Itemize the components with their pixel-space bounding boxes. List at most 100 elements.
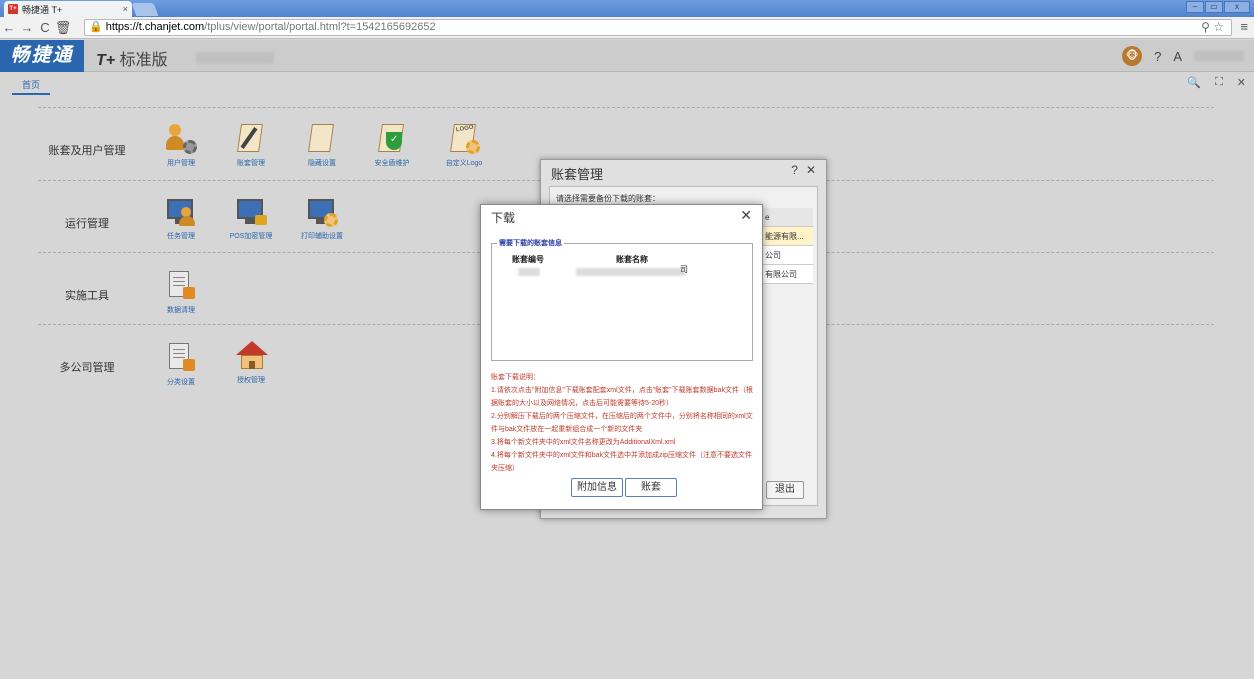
dialog-tools: ? ✕	[791, 163, 816, 177]
module-item-print-assist[interactable]: 打印辅助设置	[292, 195, 352, 241]
account-name-suffix: 司	[680, 265, 688, 274]
blurred-company-name	[196, 52, 274, 64]
dialog-title: 账套管理	[551, 167, 604, 182]
module-title: 账套及用户管理	[48, 145, 126, 157]
app-header: 畅捷通 T+ 标准版 🐵 ? A	[0, 40, 1254, 72]
monitor-gear-icon	[306, 195, 338, 227]
instruction-line: 3.将每个新文件夹中的xml文件名称更改为AdditionalXml.xml	[491, 439, 676, 446]
help-icon[interactable]: ?	[791, 163, 798, 177]
close-icon[interactable]: ✕	[1237, 76, 1246, 89]
browser-tab-bar: T+ 畅捷通 T+ × – ▭ x	[0, 0, 1254, 17]
maximize-button[interactable]: ▭	[1205, 1, 1223, 13]
tab-close-icon[interactable]: ×	[123, 4, 128, 14]
module-item-security-shield[interactable]: ✓ 安全盾维护	[362, 122, 422, 168]
window-close-button[interactable]: x	[1224, 1, 1250, 13]
module-item-pos-encryption[interactable]: POS加密管理	[221, 195, 281, 241]
tab-home[interactable]: 首页	[12, 78, 51, 95]
fullscreen-icon[interactable]: ⛶	[1215, 76, 1223, 89]
module-item-label: 授权管理	[237, 377, 265, 384]
lock-icon: 🔒	[89, 21, 103, 33]
close-icon[interactable]: ✕	[806, 163, 816, 177]
reload-icon[interactable]: C	[36, 20, 54, 35]
module-item-license-manage[interactable]: 授权管理	[221, 339, 281, 385]
column-header-name: 账套名称	[616, 255, 648, 264]
browser-tab[interactable]: T+ 畅捷通 T+ ×	[4, 1, 132, 17]
module-item-category-settings[interactable]: 分类设置	[151, 341, 211, 387]
download-dialog: 下载 ✕ 需要下载的账套信息 账套编号 账套名称 司 账套下载说明： 1.请依次…	[480, 204, 763, 510]
document-icon	[165, 269, 197, 301]
module-item-label: 账套管理	[237, 160, 265, 167]
additional-info-button[interactable]: 附加信息	[571, 478, 623, 497]
house-icon	[235, 339, 268, 371]
module-item-label: 分类设置	[167, 379, 195, 386]
address-bar: ← → C 🗑 🔒 https://t.chanjet.com/tplus/vie…	[0, 17, 1254, 39]
module-item-label: 隐藏设置	[308, 160, 336, 167]
instruction-line: 1.请依次点击"附加信息"下载账套配套xml文件，点击"账套"下载账套数据bak…	[491, 387, 753, 407]
table-header: e	[761, 208, 813, 227]
monitor-lock-icon	[235, 195, 267, 227]
back-icon[interactable]: ←	[0, 20, 18, 35]
page-tools: 🔍 ⛶ ✕	[1187, 76, 1246, 89]
search-icon[interactable]: 🔍	[1187, 76, 1201, 89]
url-input[interactable]: 🔒 https://t.chanjet.com/tplus/view/portal…	[84, 19, 1232, 36]
module-item-label: POS加密管理	[229, 233, 273, 240]
document-icon	[165, 341, 197, 373]
download-instructions: 账套下载说明： 1.请依次点击"附加信息"下载账套配套xml文件，点击"账套"下…	[491, 371, 755, 475]
module-item-label: 自定义Logo	[445, 160, 483, 167]
tab-title: 畅捷通 T+	[22, 4, 63, 15]
module-item-account-manage[interactable]: 账套管理	[221, 122, 281, 168]
table-row[interactable]: 能源有限...	[761, 227, 813, 246]
table-row[interactable]: 有限公司	[761, 265, 813, 284]
blurred-account-name	[576, 268, 686, 276]
key-star-icon[interactable]: ⚲ ☆	[1201, 20, 1224, 34]
module-item-label: 安全盾维护	[374, 160, 410, 167]
instruction-line: 4.将每个新文件夹中的xml文件和bak文件选中并添加成zip压缩文件（注意不要…	[491, 452, 752, 472]
module-item-label: 任务管理	[167, 233, 195, 240]
module-item-label: 用户管理	[167, 160, 195, 167]
new-tab-button[interactable]	[131, 3, 159, 16]
dialog-title: 下载	[491, 211, 516, 225]
module-title: 运行管理	[65, 218, 109, 230]
module-item-label: 数据清理	[167, 307, 195, 314]
page-tabs: 首页 🔍 ⛶ ✕	[0, 73, 1254, 95]
user-icon[interactable]: A	[1173, 49, 1182, 64]
url-host: https://t.chanjet.com	[105, 21, 205, 33]
exit-button[interactable]: 退出	[766, 481, 804, 499]
module-item-task-manage[interactable]: 任务管理	[151, 195, 211, 241]
select-prompt: 请选择需要备份下载的账套：	[556, 194, 660, 203]
header-icons: 🐵 ? A	[1122, 46, 1244, 66]
monkey-avatar-icon[interactable]: 🐵	[1122, 46, 1143, 66]
module-item-custom-logo[interactable]: LOGO 自定义Logo	[434, 122, 494, 168]
brand-logo: 畅捷通	[0, 40, 84, 72]
forward-icon[interactable]: →	[18, 20, 36, 35]
table-row[interactable]: 公司	[761, 246, 813, 265]
blurred-account-number	[518, 268, 540, 276]
browser-menu-icon[interactable]: ≡	[1240, 19, 1248, 34]
module-item-label: 打印辅助设置	[301, 233, 343, 240]
trash-icon[interactable]: 🗑	[54, 20, 72, 36]
module-item-hide-settings[interactable]: 隐藏设置	[292, 122, 352, 168]
account-table: e 能源有限... 公司 有限公司	[761, 208, 813, 284]
group-legend: 需要下载的账套信息	[497, 238, 564, 248]
shield-icon: ✓	[376, 122, 408, 154]
favicon-icon: T+	[8, 4, 18, 14]
product-name: T+ 标准版	[96, 46, 168, 70]
column-header-number: 账套编号	[512, 255, 544, 264]
module-item-data-cleanup[interactable]: 数据清理	[151, 269, 211, 315]
account-info-group: 需要下载的账套信息 账套编号 账套名称 司	[491, 238, 753, 361]
window-controls: – ▭ x	[1186, 1, 1250, 13]
instructions-title: 账套下载说明：	[491, 374, 540, 381]
book-icon	[306, 122, 338, 154]
blurred-user-name	[1194, 51, 1244, 61]
product-prefix: T+	[96, 52, 116, 69]
monitor-user-icon	[165, 195, 197, 227]
close-icon[interactable]: ✕	[740, 207, 752, 224]
module-title: 多公司管理	[59, 362, 115, 374]
url-path: /tplus/view/portal/portal.html?t=1542165…	[204, 21, 436, 33]
module-item-user-manage[interactable]: 用户管理	[151, 122, 211, 168]
help-icon[interactable]: ?	[1154, 49, 1161, 64]
account-download-button[interactable]: 账套	[625, 478, 677, 497]
minimize-button[interactable]: –	[1186, 1, 1204, 13]
user-gear-icon	[165, 122, 197, 154]
book-pen-icon	[235, 122, 267, 154]
